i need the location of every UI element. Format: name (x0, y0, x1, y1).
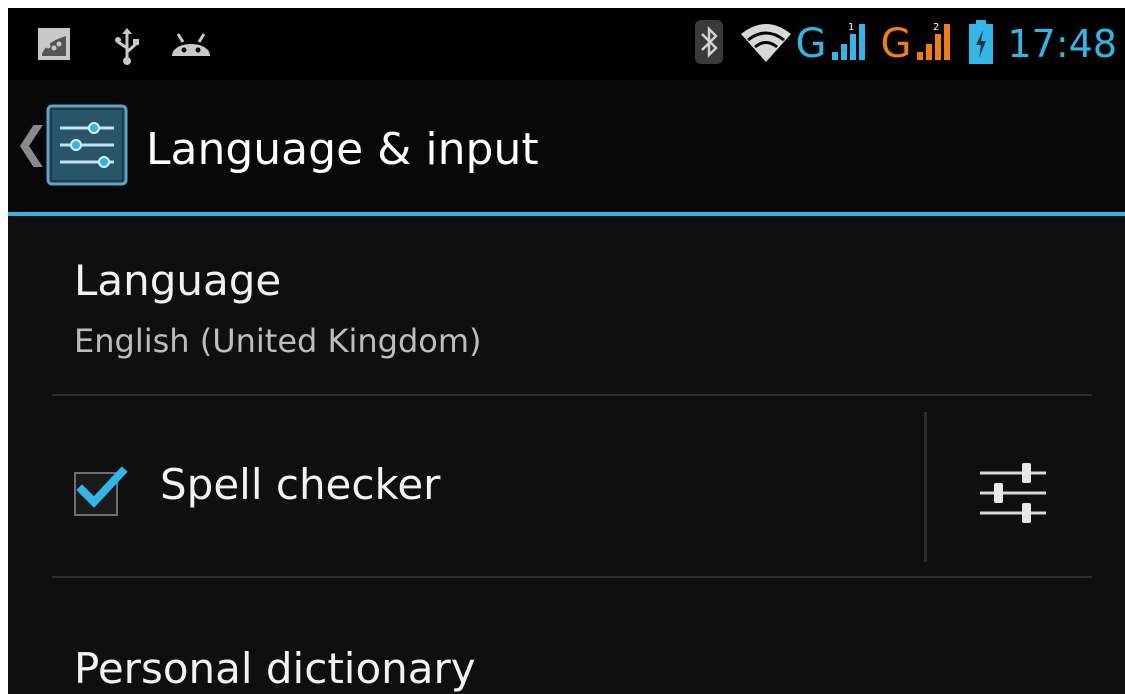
page-title: Language & input (146, 124, 539, 175)
status-bar: G 1 G 2 17:48 (8, 8, 1125, 80)
signal-sim2-icon: 2 (915, 20, 955, 68)
spell-checker-settings-button[interactable] (968, 448, 1058, 538)
spell-checker-title: Spell checker (160, 460, 441, 509)
list-divider (52, 394, 1092, 396)
battery-charging-icon (969, 20, 994, 68)
list-divider (52, 576, 1092, 578)
vertical-divider (924, 412, 927, 562)
settings-sliders-icon[interactable] (46, 104, 128, 186)
network-type-sim1: G (795, 21, 827, 67)
language-title: Language (74, 256, 282, 305)
android-screen: G 1 G 2 17:48 ❮ Language & input Languag… (8, 8, 1125, 694)
language-summary: English (United Kingdom) (74, 322, 482, 360)
checkmark-icon (76, 466, 128, 508)
network-type-sim2: G (880, 21, 912, 67)
signal-sim1-icon: 1 (830, 20, 870, 68)
status-clock: 17:48 (1007, 22, 1117, 66)
usb-icon (112, 26, 142, 70)
wifi-icon (739, 20, 793, 68)
personal-dictionary-title: Personal dictionary (74, 644, 476, 693)
bluetooth-icon (695, 20, 724, 68)
gallery-notification-icon (36, 26, 72, 66)
spell-checker-checkbox[interactable] (74, 466, 128, 516)
chevron-left-icon[interactable]: ❮ (14, 122, 49, 164)
svg-text:1: 1 (848, 22, 854, 33)
android-debug-icon (168, 26, 214, 66)
svg-text:2: 2 (933, 22, 939, 33)
action-bar: ❮ Language & input (8, 80, 1125, 212)
status-bar-right: G 1 G 2 17:48 (685, 16, 1117, 72)
sliders-icon (980, 463, 1046, 523)
action-bar-divider (8, 212, 1125, 216)
